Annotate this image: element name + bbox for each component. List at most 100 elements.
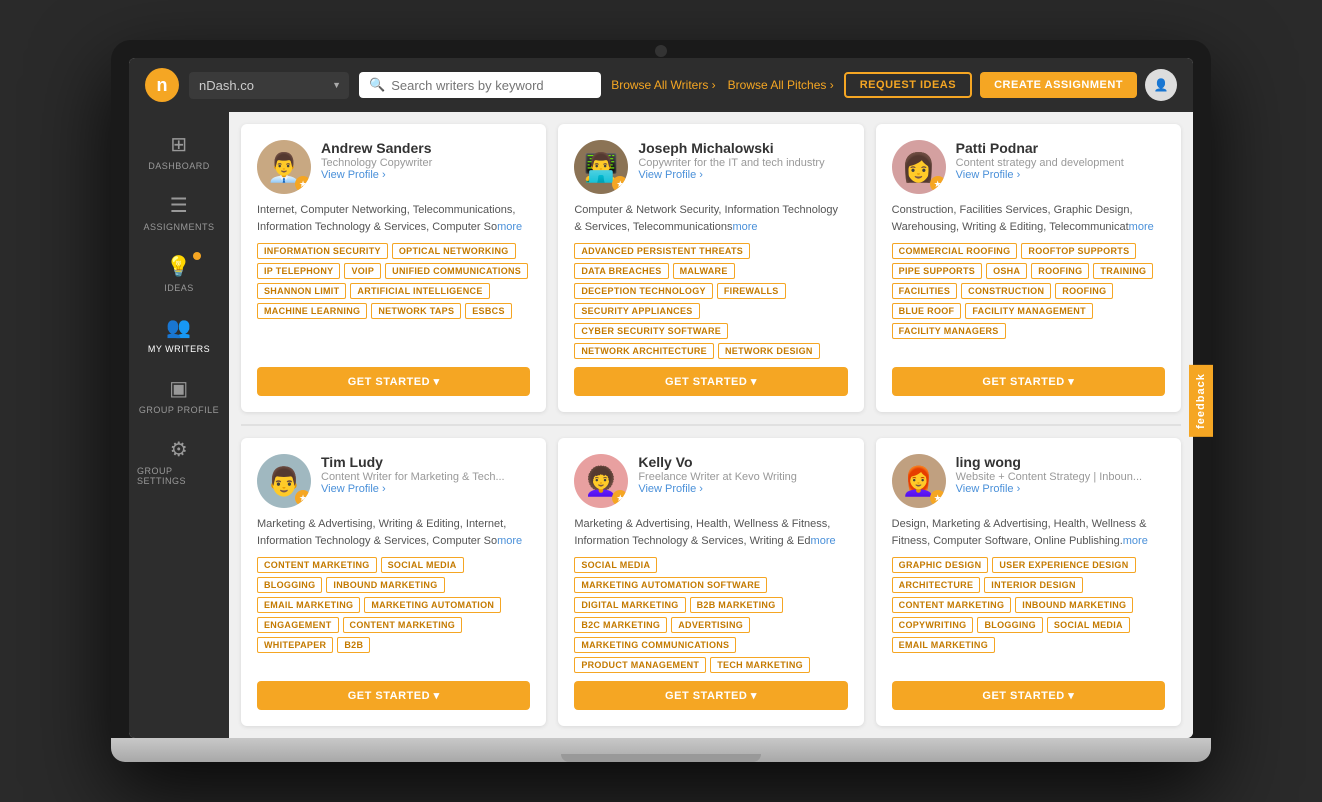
writer-tag[interactable]: B2C MARKETING	[574, 617, 667, 633]
writer-tag[interactable]: ADVERTISING	[671, 617, 750, 633]
writer-tag[interactable]: NETWORK ARCHITECTURE	[574, 343, 714, 359]
get-started-button[interactable]: GET STARTED	[892, 367, 1165, 396]
sidebar-item-ideas[interactable]: 💡 IDEAS	[129, 244, 229, 303]
get-started-button[interactable]: GET STARTED	[257, 681, 530, 710]
writer-tag[interactable]: INTERIOR DESIGN	[984, 577, 1083, 593]
sidebar-label-assignments: ASSIGNMENTS	[143, 222, 214, 232]
get-started-button[interactable]: GET STARTED	[574, 681, 847, 710]
writer-tag[interactable]: INFORMATION SECURITY	[257, 243, 388, 259]
writer-tag[interactable]: ARCHITECTURE	[892, 577, 981, 593]
writer-tag[interactable]: BLUE ROOF	[892, 303, 962, 319]
search-input[interactable]	[391, 78, 591, 93]
writer-tag[interactable]: PIPE SUPPORTS	[892, 263, 982, 279]
writer-tag[interactable]: TECH MARKETING	[710, 657, 810, 673]
writer-tag[interactable]: BLOGGING	[257, 577, 322, 593]
writer-tag[interactable]: NETWORK TAPS	[371, 303, 461, 319]
writer-tag[interactable]: EMAIL MARKETING	[892, 637, 995, 653]
writer-tag[interactable]: WHITEPAPER	[257, 637, 333, 653]
more-link[interactable]: more	[811, 535, 836, 547]
feedback-tab[interactable]: feedback	[1189, 365, 1213, 437]
writer-tag[interactable]: COMMERCIAL ROOFING	[892, 243, 1018, 259]
writer-tag[interactable]: UNIFIED COMMUNICATIONS	[385, 263, 528, 279]
writer-tag[interactable]: SHANNON LIMIT	[257, 283, 346, 299]
star-badge: ★	[612, 176, 628, 192]
sidebar-item-group-profile[interactable]: ▣ GROUP PROFILE	[129, 366, 229, 425]
browse-pitches-link[interactable]: Browse All Pitches	[728, 78, 834, 92]
writer-tag[interactable]: PRODUCT MANAGEMENT	[574, 657, 706, 673]
get-started-button[interactable]: GET STARTED	[257, 367, 530, 396]
writer-tag[interactable]: B2B MARKETING	[690, 597, 783, 613]
writer-title: Copywriter for the IT and tech industry	[638, 157, 847, 169]
writer-tag[interactable]: DIGITAL MARKETING	[574, 597, 685, 613]
writer-tag[interactable]: SOCIAL MEDIA	[381, 557, 464, 573]
sidebar-item-group-settings[interactable]: ⚙ GROUP SETTINGS	[129, 427, 229, 496]
writer-tag[interactable]: NETWORK DESIGN	[718, 343, 820, 359]
writer-tag[interactable]: ARTIFICIAL INTELLIGENCE	[350, 283, 489, 299]
writer-tag[interactable]: BLOGGING	[977, 617, 1042, 633]
writer-tag[interactable]: CONSTRUCTION	[961, 283, 1051, 299]
writer-tag[interactable]: CONTENT MARKETING	[257, 557, 377, 573]
writer-tag[interactable]: FACILITIES	[892, 283, 958, 299]
request-ideas-button[interactable]: REQUEST IDEAS	[844, 72, 972, 98]
writer-tag[interactable]: DECEPTION TECHNOLOGY	[574, 283, 713, 299]
more-link[interactable]: more	[497, 535, 522, 547]
writer-tag[interactable]: SECURITY APPLIANCES	[574, 303, 699, 319]
writer-tag[interactable]: IP TELEPHONY	[257, 263, 340, 279]
writer-tag[interactable]: MALWARE	[673, 263, 735, 279]
writer-tag[interactable]: MARKETING COMMUNICATIONS	[574, 637, 736, 653]
writer-card: 👨‍💻 ★ Joseph Michalowski Copywriter for …	[558, 124, 863, 412]
writer-tag[interactable]: USER EXPERIENCE DESIGN	[992, 557, 1135, 573]
company-select[interactable]: nDash.co	[189, 72, 349, 99]
writer-tag[interactable]: GRAPHIC DESIGN	[892, 557, 989, 573]
writer-tag[interactable]: ROOFING	[1055, 283, 1113, 299]
writer-tag[interactable]: SOCIAL MEDIA	[1047, 617, 1130, 633]
writer-tag[interactable]: COPYWRITING	[892, 617, 974, 633]
writer-tag[interactable]: MARKETING AUTOMATION	[364, 597, 501, 613]
writer-tag[interactable]: OPTICAL NETWORKING	[392, 243, 516, 259]
writer-tag[interactable]: EMAIL MARKETING	[257, 597, 360, 613]
user-avatar[interactable]: 👤	[1145, 69, 1177, 101]
writer-tag[interactable]: ESBCS	[465, 303, 512, 319]
get-started-button[interactable]: GET STARTED	[574, 367, 847, 396]
sidebar-item-my-writers[interactable]: 👥 MY WRITERS	[129, 305, 229, 364]
view-profile-link[interactable]: View Profile	[638, 169, 847, 181]
writer-tag[interactable]: FACILITY MANAGEMENT	[965, 303, 1093, 319]
view-profile-link[interactable]: View Profile	[638, 483, 847, 495]
star-badge: ★	[295, 490, 311, 506]
more-link[interactable]: more	[732, 221, 757, 233]
writer-tag[interactable]: INBOUND MARKETING	[1015, 597, 1133, 613]
writer-tag[interactable]: FIREWALLS	[717, 283, 786, 299]
writer-tag[interactable]: CYBER SECURITY SOFTWARE	[574, 323, 728, 339]
view-profile-link[interactable]: View Profile	[956, 169, 1165, 181]
writer-tag[interactable]: DATA BREACHES	[574, 263, 668, 279]
sidebar-label-group-settings: GROUP SETTINGS	[137, 466, 221, 486]
writer-tag[interactable]: FACILITY MANAGERS	[892, 323, 1006, 339]
writer-tag[interactable]: CONTENT MARKETING	[343, 617, 463, 633]
create-assignment-button[interactable]: CREATE ASSIGNMENT	[980, 72, 1137, 98]
writer-tag[interactable]: ADVANCED PERSISTENT THREATS	[574, 243, 750, 259]
more-link[interactable]: more	[1129, 221, 1154, 233]
writer-tag[interactable]: SOCIAL MEDIA	[574, 557, 657, 573]
more-link[interactable]: more	[1123, 535, 1148, 547]
browse-writers-link[interactable]: Browse All Writers	[611, 78, 715, 92]
writer-tag[interactable]: VOIP	[344, 263, 381, 279]
get-started-button[interactable]: GET STARTED	[892, 681, 1165, 710]
writer-tag[interactable]: INBOUND MARKETING	[326, 577, 444, 593]
writer-tag[interactable]: MACHINE LEARNING	[257, 303, 367, 319]
writer-header: 👩‍🦰 ★ ling wong Website + Content Strate…	[892, 454, 1165, 508]
writer-tag[interactable]: TRAINING	[1093, 263, 1153, 279]
writer-tag[interactable]: ROOFING	[1031, 263, 1089, 279]
view-profile-link[interactable]: View Profile	[321, 169, 530, 181]
writer-tag[interactable]: B2B	[337, 637, 370, 653]
writer-tag[interactable]: ENGAGEMENT	[257, 617, 339, 633]
writer-tag[interactable]: CONTENT MARKETING	[892, 597, 1012, 613]
writer-tag[interactable]: OSHA	[986, 263, 1027, 279]
sidebar-item-dashboard[interactable]: ⊞ DASHBOARD	[129, 122, 229, 181]
writer-header: 👩‍🦱 ★ Kelly Vo Freelance Writer at Kevo …	[574, 454, 847, 508]
view-profile-link[interactable]: View Profile	[321, 483, 530, 495]
view-profile-link[interactable]: View Profile	[956, 483, 1165, 495]
writer-tag[interactable]: ROOFTOP SUPPORTS	[1021, 243, 1136, 259]
sidebar-item-assignments[interactable]: ☰ ASSIGNMENTS	[129, 183, 229, 242]
more-link[interactable]: more	[497, 221, 522, 233]
writer-tag[interactable]: MARKETING AUTOMATION SOFTWARE	[574, 577, 767, 593]
